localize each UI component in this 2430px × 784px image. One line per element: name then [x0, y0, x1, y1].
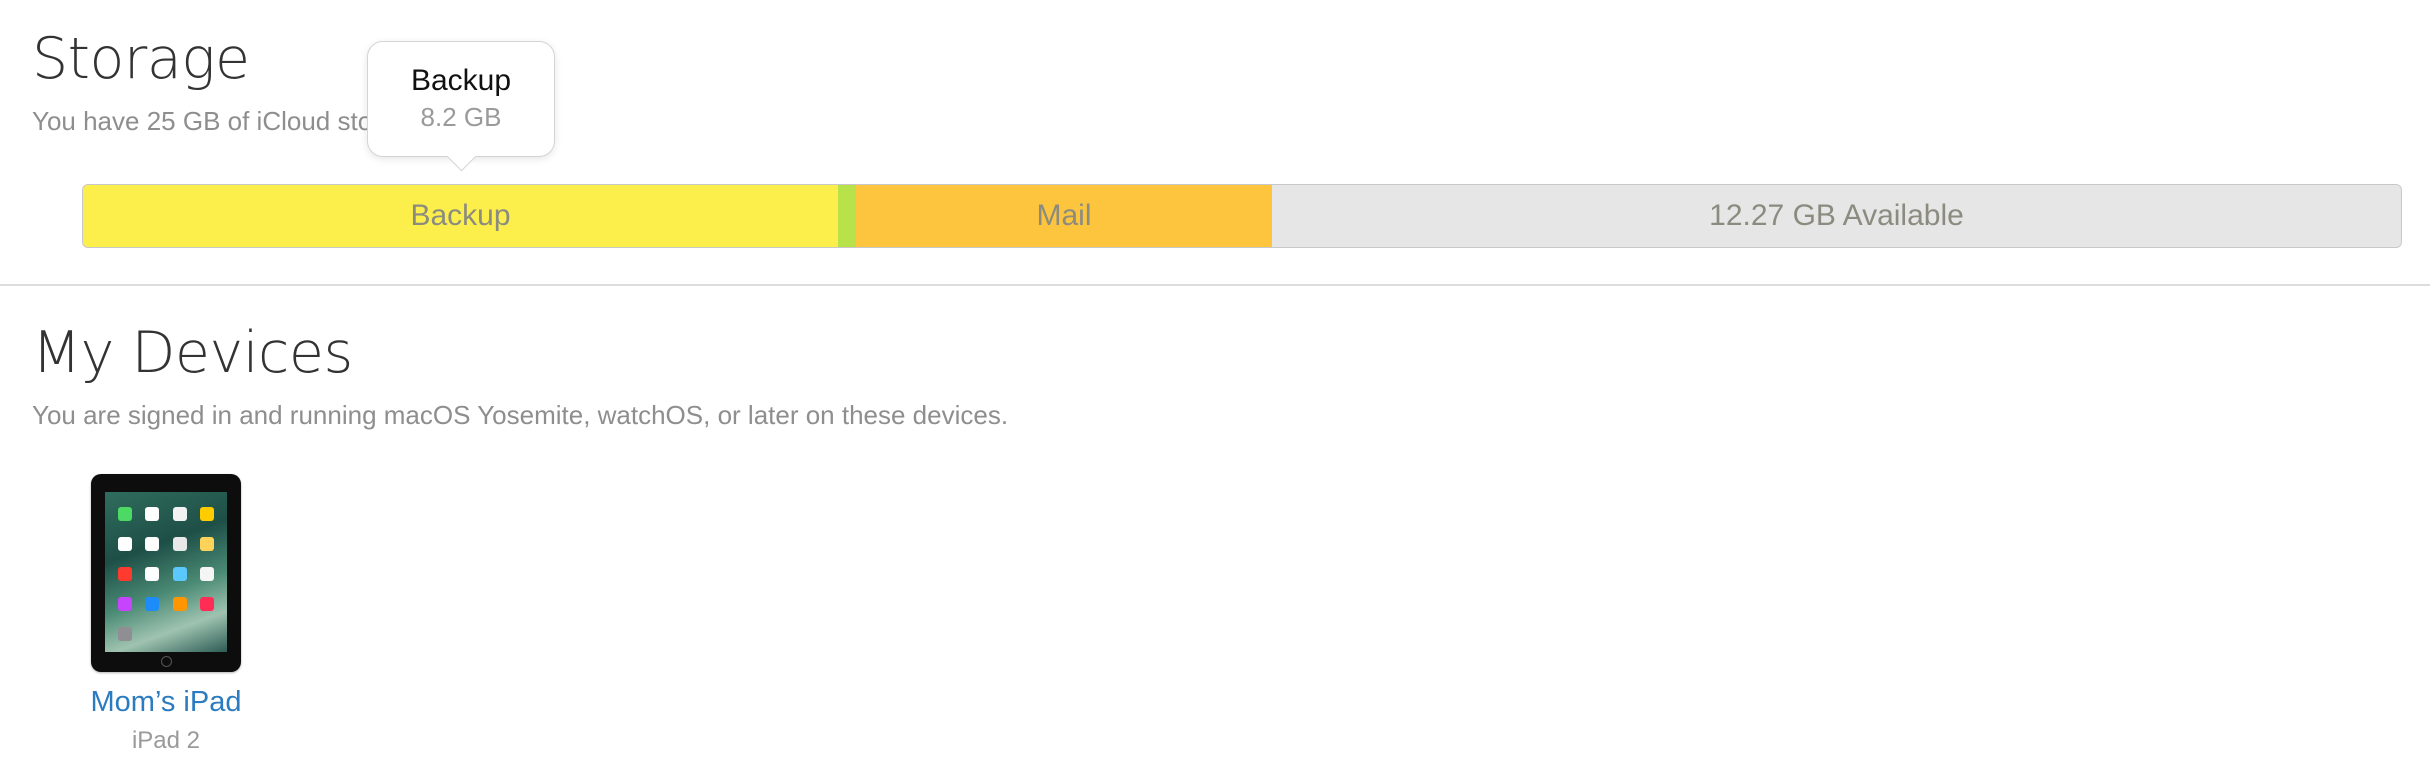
- segment-label-mail: Mail: [1036, 199, 1092, 232]
- storage-segment-backup[interactable]: Backup: [83, 185, 838, 247]
- device-name-link[interactable]: Mom’s iPad: [84, 686, 248, 719]
- storage-settings-page: Storage You have 25 GB of iCloud storage…: [0, 0, 2430, 784]
- storage-usage-bar: Backup Mail 12.27 GB Available: [82, 184, 2402, 248]
- storage-tooltip: Backup 8.2 GB: [367, 41, 555, 157]
- device-model: iPad 2: [131, 727, 201, 754]
- storage-segment-available: 12.27 GB Available: [1272, 185, 2401, 247]
- tooltip-size: 8.2 GB: [420, 102, 502, 132]
- segment-label-backup: Backup: [410, 199, 511, 232]
- tooltip-label: Backup: [410, 64, 512, 97]
- device-item[interactable]: Mom’s iPad iPad 2: [84, 474, 248, 755]
- devices-title: My Devices: [32, 320, 353, 386]
- storage-title: Storage: [32, 26, 250, 92]
- device-screen: [105, 492, 227, 652]
- storage-segment-other[interactable]: [838, 185, 856, 247]
- section-divider: [0, 284, 2430, 286]
- devices-subtitle: You are signed in and running macOS Yose…: [32, 400, 1009, 430]
- home-button-icon: [161, 656, 172, 667]
- storage-segment-mail[interactable]: Mail: [856, 185, 1272, 247]
- ipad-icon[interactable]: [91, 474, 241, 672]
- segment-label-available: 12.27 GB Available: [1709, 199, 1964, 232]
